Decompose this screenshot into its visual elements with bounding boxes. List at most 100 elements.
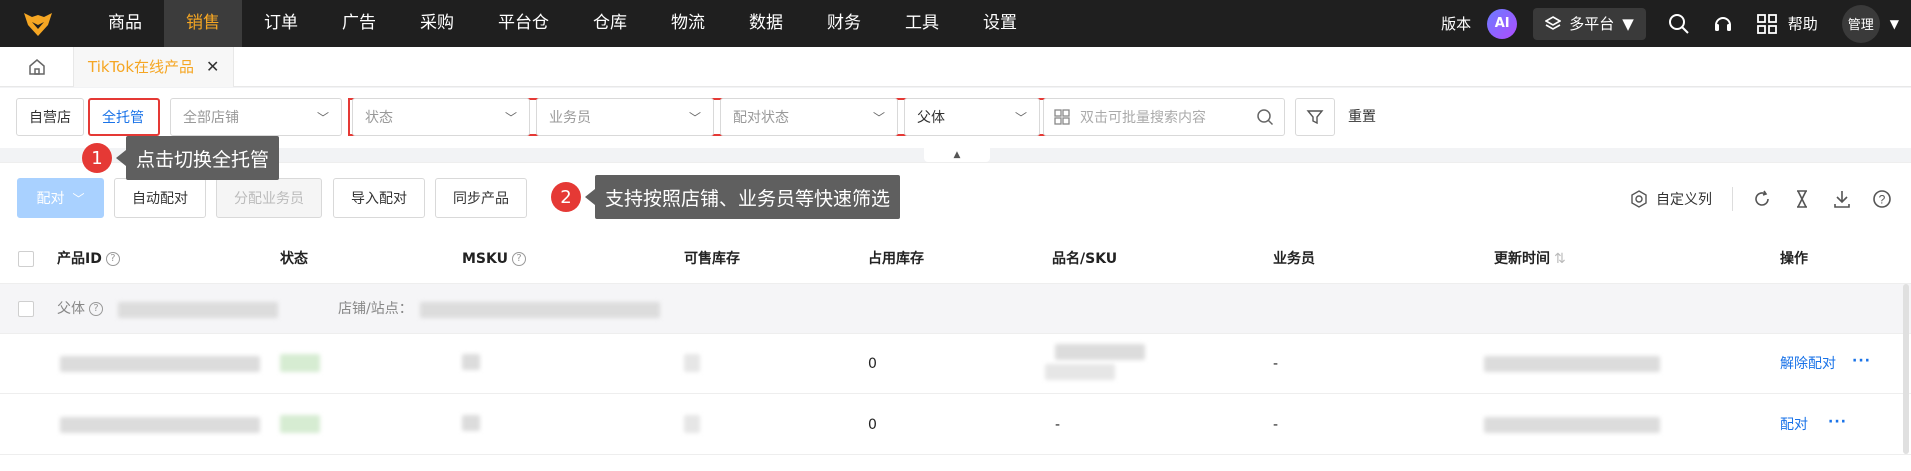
row-checkbox[interactable] — [18, 301, 34, 317]
seg-self-operated[interactable]: 自营店 — [16, 98, 84, 136]
search-icon[interactable] — [1256, 108, 1274, 126]
caret-down-icon[interactable]: ▼ — [1890, 17, 1899, 31]
search-placeholder: 双击可批量搜索内容 — [1080, 110, 1206, 126]
version-link[interactable]: 版本 — [1441, 13, 1471, 34]
auto-match-button[interactable]: 自动配对 — [114, 178, 206, 218]
help-icon[interactable]: ? — [89, 302, 103, 316]
custom-columns-button[interactable]: 自定义列 — [1656, 189, 1712, 209]
top-nav: 商品 销售 订单 广告 采购 平台仓 仓库 物流 数据 财务 工具 设置 版本 … — [0, 0, 1911, 47]
col-msku: MSKU? — [462, 234, 526, 284]
sync-products-button[interactable]: 同步产品 — [435, 178, 527, 218]
chevron-down-icon: ﹀ — [1014, 110, 1027, 125]
help-link[interactable]: 帮助 — [1788, 13, 1818, 34]
redacted-msku — [462, 415, 480, 431]
nav-item-platform-warehouse[interactable]: 平台仓 — [476, 0, 571, 47]
parent-group-row: 父体? 店铺/站点： — [0, 284, 1911, 334]
product-name-sku-value: - — [1055, 417, 1061, 433]
tab-tiktok-online-products[interactable]: TikTok在线产品 ✕ — [74, 46, 235, 87]
redacted-update-time — [1484, 356, 1660, 372]
col-label: MSKU — [462, 251, 508, 267]
grid-icon[interactable] — [1054, 109, 1070, 125]
chevron-down-icon: ﹀ — [688, 110, 701, 125]
callout-tip: 点击切换全托管 — [115, 136, 280, 180]
salesperson-select[interactable]: 业务员 ﹀ — [536, 98, 714, 136]
advanced-filter-button[interactable] — [1295, 98, 1335, 136]
fox-logo-icon[interactable] — [14, 0, 62, 47]
nav-item-orders[interactable]: 订单 — [242, 0, 320, 47]
col-product-name-sku: 品名/SKU — [1052, 251, 1118, 267]
match-link[interactable]: 配对 — [1780, 395, 1808, 455]
chevron-down-icon: ﹀ — [504, 110, 517, 125]
svg-text:?: ? — [1879, 193, 1886, 207]
table-header: 产品ID? 状态 MSKU? 可售库存 占用库存 品名/SKU 业务员 更新时间… — [0, 234, 1911, 284]
redacted-update-time — [1484, 417, 1660, 433]
nav-item-data[interactable]: 数据 — [727, 0, 805, 47]
parent-child-select[interactable]: 父体 ﹀ — [904, 98, 1040, 136]
nav-item-warehouse[interactable]: 仓库 — [571, 0, 649, 47]
salesperson-select-label: 业务员 — [549, 110, 591, 126]
search-input[interactable]: 双击可批量搜索内容 — [1043, 98, 1285, 136]
reset-button[interactable]: 重置 — [1348, 98, 1376, 136]
seg-full-managed[interactable]: 全托管 — [88, 98, 160, 136]
more-actions-icon[interactable]: ··· — [1852, 334, 1871, 394]
headset-icon[interactable] — [1712, 13, 1734, 35]
table-row: 0 - - 配对 ··· — [0, 395, 1911, 455]
occupied-stock-value: 0 — [868, 417, 877, 433]
redacted-status — [280, 415, 320, 433]
apps-grid-icon[interactable] — [1756, 13, 1778, 35]
nav-item-ads[interactable]: 广告 — [320, 0, 398, 47]
nav-item-tools[interactable]: 工具 — [883, 0, 961, 47]
col-label: 产品ID — [57, 251, 102, 267]
settings-icon[interactable] — [1630, 190, 1648, 208]
nav-item-logistics[interactable]: 物流 — [649, 0, 727, 47]
table-row: 0 - 解除配对 ··· — [0, 334, 1911, 394]
match-button[interactable]: 配对 ﹀ — [17, 178, 104, 218]
hourglass-icon[interactable] — [1791, 188, 1813, 210]
col-actions: 操作 — [1780, 251, 1808, 267]
caret-up-icon: ▲ — [953, 150, 961, 160]
scrollbar[interactable] — [1903, 284, 1909, 454]
match-status-select[interactable]: 配对状态 ﹀ — [720, 98, 898, 136]
col-updated-time[interactable]: 更新时间 ⇅ — [1494, 234, 1566, 284]
divider — [1732, 187, 1733, 211]
platform-label: 多平台 — [1569, 15, 1615, 33]
home-tab[interactable] — [0, 46, 74, 87]
nav-item-sales[interactable]: 销售 — [164, 0, 242, 47]
col-status: 状态 — [280, 251, 308, 267]
product-table: 产品ID? 状态 MSKU? 可售库存 占用库存 品名/SKU 业务员 更新时间… — [0, 234, 1911, 471]
col-occupied-stock: 占用库存 — [868, 251, 924, 267]
nav-item-settings[interactable]: 设置 — [961, 0, 1039, 47]
help-icon[interactable]: ? — [1871, 188, 1893, 210]
redacted-parent-id — [118, 302, 278, 318]
col-product-id: 产品ID? — [57, 234, 120, 284]
refresh-icon[interactable] — [1751, 188, 1773, 210]
redacted-available — [684, 415, 700, 433]
ai-icon[interactable]: AI — [1487, 8, 1518, 39]
nav-item-products[interactable]: 商品 — [86, 0, 164, 47]
help-icon[interactable]: ? — [105, 252, 120, 266]
close-icon[interactable]: ✕ — [206, 57, 219, 76]
action-toolbar: 配对 ﹀ 自动配对 分配业务员 导入配对 同步产品 自定义列 ? — [0, 162, 1911, 234]
download-icon[interactable] — [1831, 188, 1853, 210]
right-tools: 自定义列 ? — [1630, 163, 1911, 235]
store-select-label: 全部店铺 — [183, 110, 239, 126]
col-available-stock: 可售库存 — [684, 251, 740, 267]
collapse-toggle[interactable]: ▲ — [924, 148, 990, 162]
avatar[interactable]: 管理 — [1841, 4, 1880, 43]
callout-number: 1 — [82, 143, 112, 173]
search-icon[interactable] — [1668, 13, 1690, 35]
more-actions-icon[interactable]: ··· — [1828, 395, 1847, 455]
assign-salesperson-button[interactable]: 分配业务员 — [216, 178, 322, 218]
platform-switcher[interactable]: 多平台 ▼ — [1533, 7, 1646, 40]
sort-icon[interactable]: ⇅ — [1554, 251, 1566, 267]
import-match-button[interactable]: 导入配对 — [333, 178, 425, 218]
nav-item-finance[interactable]: 财务 — [805, 0, 883, 47]
status-select[interactable]: 状态 ﹀ — [352, 98, 530, 136]
help-icon[interactable]: ? — [512, 252, 526, 266]
tab-bar: TikTok在线产品 ✕ — [0, 46, 1911, 87]
nav-item-purchase[interactable]: 采购 — [398, 0, 476, 47]
select-all-checkbox[interactable] — [18, 251, 34, 267]
parent-label: 父体? — [57, 284, 103, 334]
unmatch-link[interactable]: 解除配对 — [1780, 334, 1836, 394]
store-select[interactable]: 全部店铺 ﹀ — [170, 98, 342, 136]
